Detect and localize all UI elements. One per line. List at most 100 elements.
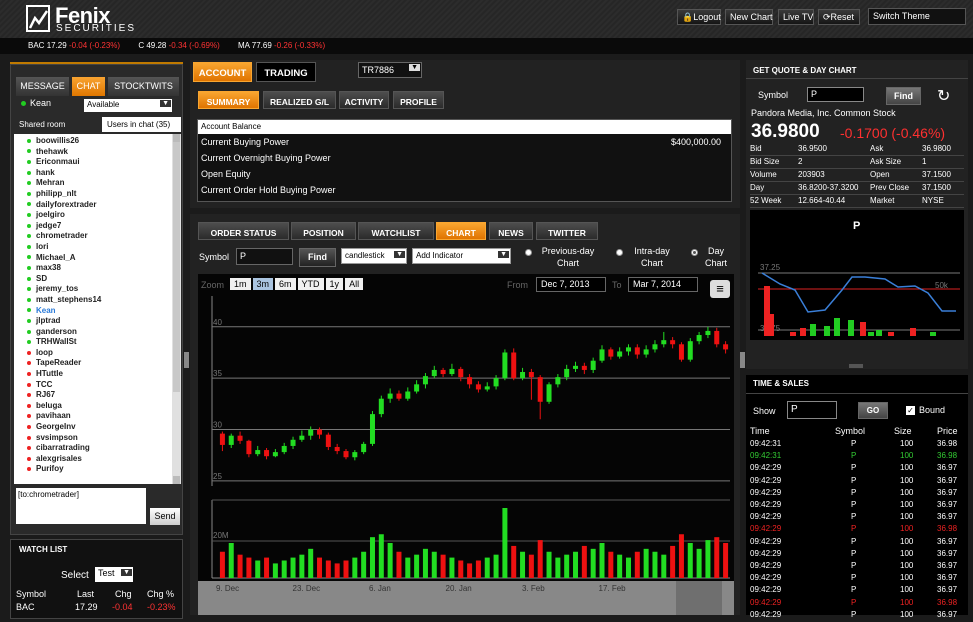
candle [387,393,393,399]
chart-find-button[interactable]: Find [299,248,336,267]
user-list-item[interactable]: dailyforextrader [14,200,181,211]
add-indicator-select[interactable]: Add Indicator [412,248,511,264]
panel-resize-handle[interactable] [184,352,189,368]
panel-collapse-handle[interactable] [849,364,863,368]
user-list-item[interactable]: jlptrad [14,316,181,327]
tab-users-in-chat[interactable]: Users in chat (35) [102,117,181,132]
candle [696,335,702,342]
go-button[interactable]: GO [858,402,888,419]
tab-news[interactable]: NEWS [489,222,533,240]
send-button[interactable]: Send [150,508,180,525]
user-list-item[interactable]: pavihaan [14,411,181,422]
wl-cell[interactable]: BAC [16,602,35,612]
user-list-item[interactable]: boowillis26 [14,136,181,147]
user-list-item[interactable]: GeorgeInv [14,422,181,433]
candle [608,349,614,357]
user-status-icon [27,456,31,461]
user-list-item[interactable]: joelgiro [14,210,181,221]
ts-symbol-input[interactable]: P [787,401,837,419]
user-list-item[interactable]: SD [14,274,181,285]
user-list-item[interactable]: Mehran [14,178,181,189]
tab-twitter[interactable]: TWITTER [536,222,598,240]
candle [511,352,517,379]
logout-button[interactable]: 🔒Logout [677,9,721,25]
user-list-item[interactable]: philipp_nlt [14,189,181,200]
quote-find-button[interactable]: Find [886,87,921,105]
tab-chart[interactable]: CHART [436,222,486,240]
volume-bar [590,548,596,578]
volume-bar [546,551,552,578]
user-list-item[interactable]: Kean [14,306,181,317]
day-chart[interactable]: P37.2550k36.75 [750,210,964,340]
user-list-item[interactable]: TapeReader [14,358,181,369]
ticker-item[interactable]: BAC 17.29 -0.04 (-0.23%) [28,41,120,50]
candle [308,429,314,436]
tab-account[interactable]: ACCOUNT [193,62,252,82]
status-select[interactable]: Available ▼ [84,99,172,112]
day-chart-svg: P37.2550k36.75 [758,220,960,336]
user-list-item[interactable]: HTuttle [14,369,181,380]
user-list-item[interactable]: TRHWallSt [14,337,181,348]
chart-type-select[interactable]: candlestick [341,248,407,264]
user-list-item[interactable]: Ericonmaui [14,157,181,168]
reset-button[interactable]: ⟳Reset [818,9,860,25]
chat-input[interactable]: [to:chrometrader] [16,488,146,524]
volume-bar [352,557,358,578]
panel-resize-handle[interactable] [740,352,745,368]
user-list-item[interactable]: TCC [14,380,181,391]
tab-watchlist[interactable]: WATCHLIST [358,222,434,240]
previous-day-radio[interactable] [525,249,532,256]
user-list-item[interactable]: ganderson [14,327,181,338]
tab-shared-room[interactable]: Shared room [14,117,102,132]
user-list-item[interactable]: Purifoy [14,464,181,475]
tab-activity[interactable]: ACTIVITY [339,91,389,109]
price-chart[interactable]: Zoom 1m 3m 6m YTD 1y All From Dec 7, 2013 To … [198,274,734,615]
switch-theme-select[interactable]: Switch Theme [868,8,966,25]
tab-message[interactable]: MESSAGE [16,77,69,96]
user-list-item[interactable]: beluga [14,401,181,412]
x-axis-label: 20. Jan [446,584,472,593]
tab-summary[interactable]: SUMMARY [198,91,259,109]
tab-order-status[interactable]: ORDER STATUS [198,222,289,240]
user-list-item[interactable]: hank [14,168,181,179]
ticker-item[interactable]: MA 77.69 -0.26 (-0.33%) [238,41,325,50]
ticker-item[interactable]: C 49.28 -0.34 (-0.69%) [138,41,219,50]
tab-profile[interactable]: PROFILE [393,91,444,109]
user-list-item[interactable]: thehawk [14,147,181,158]
tab-position[interactable]: POSITION [291,222,356,240]
account-balance-table: Account Balance Current Buying Power $400… [197,119,732,202]
user-list-scrollbar[interactable] [172,134,181,484]
current-user: Kean [21,98,51,108]
new-chart-button[interactable]: New Chart [725,9,773,25]
tab-stocktwits[interactable]: STOCKTWITS [108,77,179,96]
user-list-item[interactable]: chrometrader [14,231,181,242]
chart-symbol-input[interactable]: P [236,248,293,265]
tab-trading[interactable]: TRADING [256,62,316,82]
account-row: Current Overnight Buying Power [201,153,331,163]
day-volume-bar [876,330,882,336]
wl-header-chg: Chg [115,589,132,599]
intra-day-radio[interactable] [616,249,623,256]
x-axis-label: 6. Jan [369,584,391,593]
account-id-select[interactable]: TR7886 ▼ [358,62,422,78]
volume-tick-label: 20M [213,531,229,540]
bound-checkbox[interactable]: ✓ [906,406,915,415]
user-list-item[interactable]: Michael_A [14,253,181,264]
user-list-item[interactable]: RJ67 [14,390,181,401]
tab-chat[interactable]: CHAT [72,77,105,96]
watch-list-select[interactable]: Test ▼ [95,567,133,582]
tab-realized-gl[interactable]: REALIZED G/L [263,91,336,109]
user-list-item[interactable]: jedge7 [14,221,181,232]
user-list-item[interactable]: lori [14,242,181,253]
day-chart-radio[interactable] [691,249,698,256]
live-tv-button[interactable]: Live TV [778,9,814,25]
user-list-item[interactable]: cibarratrading [14,443,181,454]
user-list-item[interactable]: jeremy_tos [14,284,181,295]
quote-symbol-input[interactable]: P [807,87,864,102]
refresh-icon[interactable]: ↻ [937,86,950,106]
user-list-item[interactable]: matt_stephens14 [14,295,181,306]
user-list-item[interactable]: alexgrisales [14,454,181,465]
user-list-item[interactable]: svsimpson [14,433,181,444]
user-list-item[interactable]: max38 [14,263,181,274]
user-list-item[interactable]: loop [14,348,181,359]
